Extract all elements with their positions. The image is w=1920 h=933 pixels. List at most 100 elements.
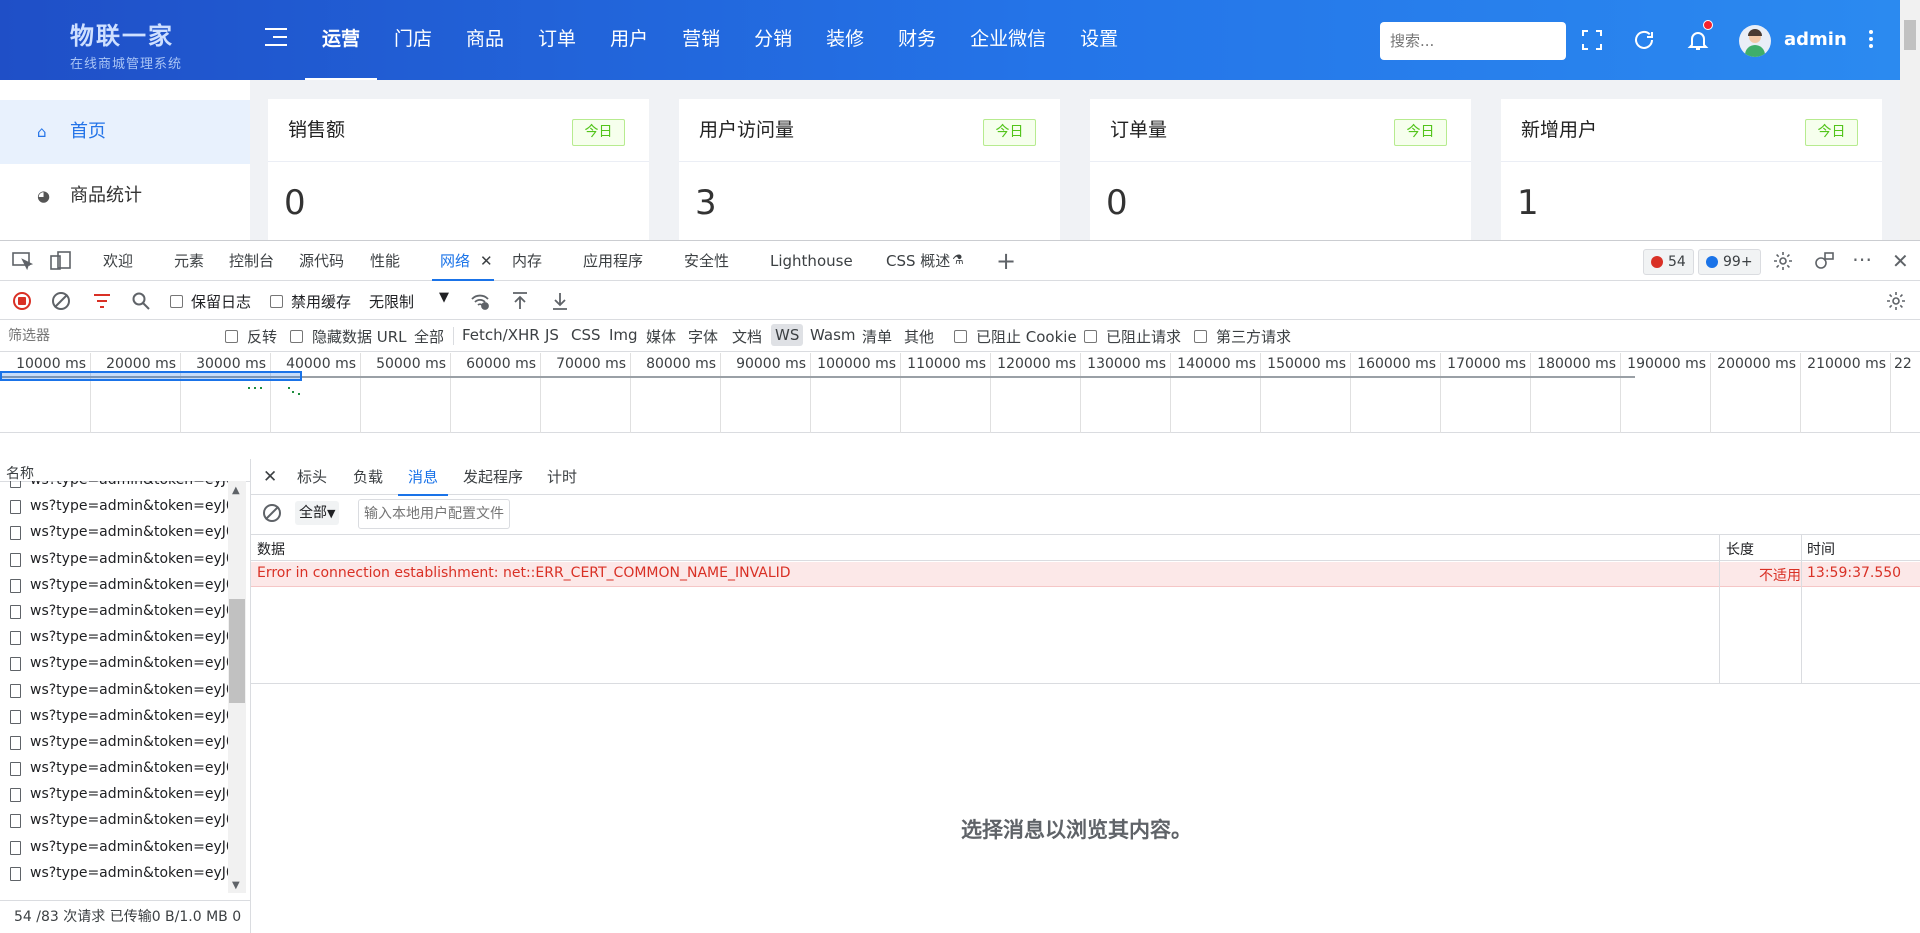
add-tab-icon[interactable]: + bbox=[996, 241, 1016, 281]
type-filter-font[interactable]: 字体 bbox=[688, 326, 718, 347]
record-stop-icon[interactable] bbox=[13, 292, 31, 310]
page-scrollbar[interactable] bbox=[1900, 0, 1920, 240]
type-filter-ws[interactable]: WS bbox=[771, 324, 804, 346]
nav-item-settings[interactable]: 设置 bbox=[1063, 0, 1135, 80]
type-filter-img[interactable]: Img bbox=[609, 326, 638, 344]
request-row[interactable]: ws?type=admin&token=eyJ0e bbox=[0, 598, 228, 624]
device-toolbar-icon[interactable] bbox=[50, 251, 72, 271]
logo[interactable]: 物联一家 在线商城管理系统 bbox=[70, 16, 182, 72]
message-type-select[interactable]: 全部▼ bbox=[295, 501, 340, 525]
tab-sources[interactable]: 源代码 bbox=[299, 241, 344, 281]
close-devtools-icon[interactable]: ✕ bbox=[1892, 249, 1909, 273]
menu-toggle-icon[interactable] bbox=[265, 28, 287, 52]
request-row[interactable]: ws?type=admin&token=eyJ0e bbox=[0, 677, 228, 703]
request-row[interactable]: ws?type=admin&token=eyJ0e bbox=[0, 572, 228, 598]
tab-payload[interactable]: 负载 bbox=[353, 459, 383, 495]
type-filter-media[interactable]: 媒体 bbox=[646, 326, 676, 347]
type-filter-other[interactable]: 其他 bbox=[904, 326, 934, 347]
tab-application[interactable]: 应用程序 bbox=[583, 241, 643, 281]
header-search-input[interactable] bbox=[1380, 22, 1566, 60]
message-row[interactable]: Error in connection establishment: net::… bbox=[251, 562, 1920, 587]
nav-item-orders[interactable]: 订单 bbox=[521, 0, 593, 80]
blocked-requests-checkbox[interactable] bbox=[1084, 330, 1097, 343]
import-har-icon[interactable] bbox=[511, 291, 529, 311]
tab-elements[interactable]: 元素 bbox=[174, 241, 204, 281]
col-length-header[interactable]: 长度 bbox=[1726, 539, 1754, 559]
type-filter-all[interactable]: 全部 bbox=[414, 326, 444, 347]
customize-icon[interactable] bbox=[1813, 251, 1835, 271]
tab-headers[interactable]: 标头 bbox=[297, 459, 327, 495]
request-row[interactable]: ws?type=admin&token=eyJ0e bbox=[0, 493, 228, 519]
fullscreen-icon[interactable] bbox=[1580, 28, 1604, 52]
request-row[interactable]: ws?type=admin&token=eyJ0e bbox=[0, 860, 228, 886]
nav-item-finance[interactable]: 财务 bbox=[881, 0, 953, 80]
type-filter-doc[interactable]: 文档 bbox=[732, 326, 762, 347]
request-row[interactable]: ws?type=admin&token=eyJ0e bbox=[0, 755, 228, 781]
more-options-icon[interactable]: ⋯ bbox=[1852, 247, 1872, 271]
more-vertical-icon[interactable] bbox=[1869, 30, 1873, 51]
network-settings-gear-icon[interactable] bbox=[1886, 291, 1906, 311]
nav-item-distribution[interactable]: 分销 bbox=[737, 0, 809, 80]
settings-gear-icon[interactable] bbox=[1773, 251, 1793, 271]
close-tab-icon[interactable]: ✕ bbox=[480, 241, 493, 281]
nav-item-products[interactable]: 商品 bbox=[449, 0, 521, 80]
message-counter[interactable]: 99+ bbox=[1698, 249, 1761, 275]
nav-item-users[interactable]: 用户 bbox=[593, 0, 665, 80]
tab-network[interactable]: 网络 bbox=[431, 241, 495, 281]
col-data-header[interactable]: 数据 bbox=[257, 539, 285, 559]
hide-data-urls-checkbox[interactable] bbox=[290, 330, 303, 343]
clear-messages-icon[interactable] bbox=[263, 504, 281, 522]
clear-icon[interactable] bbox=[52, 292, 70, 310]
request-row[interactable]: ws?type=admin&token=eyJ0e bbox=[0, 519, 228, 545]
request-row[interactable]: ws?type=admin&token=eyJ0e bbox=[0, 624, 228, 650]
preserve-log-checkbox[interactable] bbox=[170, 295, 183, 308]
nav-item-stores[interactable]: 门店 bbox=[377, 0, 449, 80]
sidebar-item-product-stats[interactable]: ◕ 商品统计 bbox=[0, 164, 250, 228]
error-counter[interactable]: 54 bbox=[1643, 249, 1694, 275]
tab-console[interactable]: 控制台 bbox=[229, 241, 274, 281]
network-timeline-overview[interactable]: 10000 ms 20000 ms 30000 ms 40000 ms 50000 ms… bbox=[0, 353, 1920, 433]
request-row[interactable]: ws?type=admin&token=eyJ0e bbox=[0, 729, 228, 755]
tab-initiator[interactable]: 发起程序 bbox=[463, 459, 523, 495]
request-row[interactable]: ws?type=admin&token=eyJ0e bbox=[0, 834, 228, 860]
type-filter-js[interactable]: JS bbox=[545, 326, 559, 344]
search-icon[interactable] bbox=[132, 292, 150, 310]
disable-cache-checkbox[interactable] bbox=[270, 295, 283, 308]
request-row[interactable]: ws?type=admin&token=eyJ0e bbox=[0, 807, 228, 833]
nav-item-decoration[interactable]: 装修 bbox=[809, 0, 881, 80]
tab-timing[interactable]: 计时 bbox=[547, 459, 577, 495]
tab-css-overview[interactable]: CSS 概述 bbox=[886, 241, 950, 281]
request-row[interactable]: ws?type=admin&token=eyJ0e bbox=[0, 650, 228, 676]
nav-item-marketing[interactable]: 营销 bbox=[665, 0, 737, 80]
request-row[interactable]: ws?type=admin&token=eyJ0e bbox=[0, 703, 228, 729]
tab-security[interactable]: 安全性 bbox=[684, 241, 729, 281]
request-row[interactable]: ws?type=admin&token=eyJ0e bbox=[0, 781, 228, 807]
tab-lighthouse[interactable]: Lighthouse bbox=[770, 241, 853, 281]
nav-item-operations[interactable]: 运营 bbox=[305, 0, 378, 80]
chevron-down-icon[interactable]: ▼ bbox=[439, 290, 449, 305]
export-har-icon[interactable] bbox=[551, 291, 569, 311]
avatar[interactable] bbox=[1739, 25, 1771, 57]
inspect-element-icon[interactable] bbox=[12, 251, 34, 271]
type-filter-css[interactable]: CSS bbox=[571, 326, 601, 344]
filter-icon[interactable] bbox=[93, 293, 111, 309]
tab-memory[interactable]: 内存 bbox=[512, 241, 542, 281]
type-filter-manifest[interactable]: 清单 bbox=[862, 326, 892, 347]
filter-input[interactable] bbox=[2, 324, 207, 348]
third-party-checkbox[interactable] bbox=[1194, 330, 1207, 343]
timeline-selection[interactable] bbox=[0, 371, 302, 381]
request-row[interactable]: ws?type=admin&token=eyJ0e bbox=[0, 481, 228, 493]
request-list-scrollbar[interactable]: ▲ ▼ bbox=[228, 481, 246, 893]
type-filter-wasm[interactable]: Wasm bbox=[810, 326, 856, 344]
throttling-select[interactable]: 无限制 bbox=[369, 291, 414, 312]
network-conditions-icon[interactable] bbox=[470, 292, 490, 310]
message-filter-input[interactable] bbox=[358, 499, 510, 529]
invert-checkbox[interactable] bbox=[225, 330, 238, 343]
nav-item-wecom[interactable]: 企业微信 bbox=[953, 0, 1063, 80]
tab-messages[interactable]: 消息 bbox=[397, 459, 449, 496]
tab-welcome[interactable]: 欢迎 bbox=[103, 241, 133, 281]
user-name[interactable]: admin bbox=[1784, 29, 1847, 50]
close-detail-icon[interactable]: ✕ bbox=[263, 459, 277, 495]
request-row[interactable]: ws?type=admin&token=eyJ0e bbox=[0, 546, 228, 572]
refresh-icon[interactable] bbox=[1632, 28, 1656, 52]
